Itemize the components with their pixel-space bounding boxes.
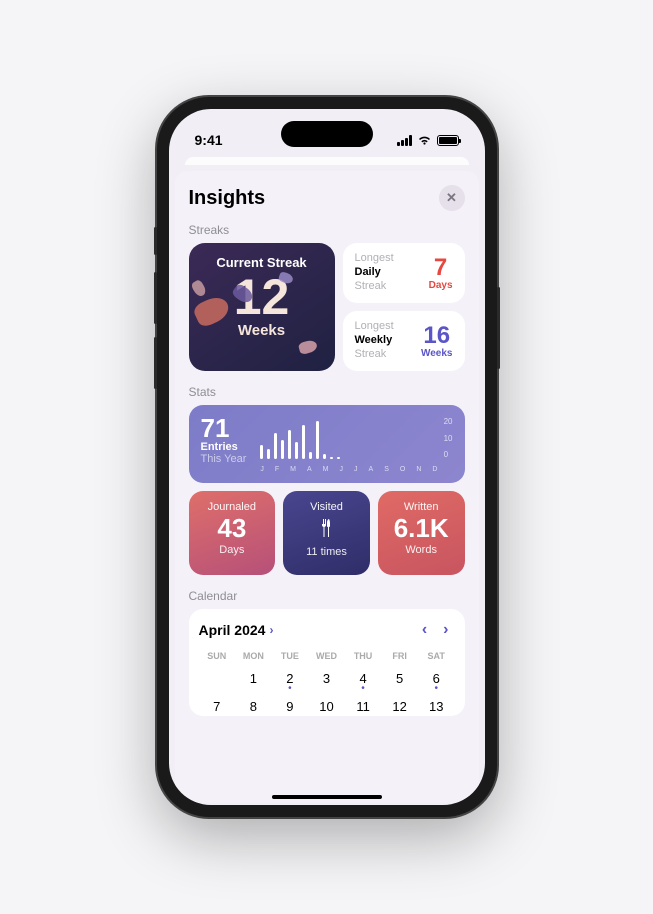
calendar-day[interactable]: 12 <box>381 693 418 716</box>
weekly-l3: Streak <box>355 348 394 362</box>
section-label-calendar: Calendar <box>189 589 465 603</box>
calendar-next-button[interactable]: › <box>443 621 448 639</box>
petal-decoration <box>297 339 317 355</box>
wifi-icon <box>417 135 432 146</box>
entries-bar-chart: JFMAMJJASOND <box>246 415 443 473</box>
chart-bar <box>330 457 333 459</box>
entries-sublabel: This Year <box>201 453 247 465</box>
calendar-day-header: SAT <box>418 647 455 665</box>
cellular-icon <box>397 135 412 146</box>
volume-down-button <box>154 337 157 389</box>
phone-frame: 9:41 Insights ✕ Streaks <box>157 97 497 817</box>
calendar-day[interactable]: 11 <box>345 693 382 716</box>
daily-l3: Streak <box>355 280 394 294</box>
calendar-day[interactable]: 4 <box>345 665 382 693</box>
chevron-right-icon: › <box>269 623 273 637</box>
entries-card[interactable]: 71 Entries This Year JFMAMJJASOND 20 10 … <box>189 405 465 483</box>
page-title: Insights <box>189 187 266 210</box>
calendar-card: April 2024 › ‹ › SUNMONTUEWEDTHUFRISAT 12… <box>189 609 465 716</box>
close-icon: ✕ <box>446 190 457 206</box>
calendar-day-header: MON <box>235 647 272 665</box>
side-button <box>154 227 157 255</box>
longest-weekly-streak-card[interactable]: Longest Weekly Streak 16 Weeks <box>343 311 465 371</box>
chart-bar <box>288 430 291 459</box>
chart-bar <box>274 433 277 459</box>
calendar-day-header: WED <box>308 647 345 665</box>
calendar-day[interactable]: 5 <box>381 665 418 693</box>
visited-card[interactable]: Visited 11 times <box>283 491 370 575</box>
weekly-l1: Longest <box>355 320 394 334</box>
calendar-day[interactable]: 6 <box>418 665 455 693</box>
entries-value: 71 <box>201 415 247 441</box>
calendar-day[interactable]: 2 <box>272 665 309 693</box>
calendar-day-header: THU <box>345 647 382 665</box>
weekly-unit: Weeks <box>421 348 453 359</box>
calendar-grid: SUNMONTUEWEDTHUFRISAT12345678910111213 <box>199 647 455 716</box>
insights-sheet: Insights ✕ Streaks Current Streak 12 Wee… <box>175 171 479 803</box>
current-streak-title: Current Streak <box>201 255 323 270</box>
chart-bar <box>267 449 270 459</box>
home-indicator[interactable] <box>272 795 382 799</box>
calendar-day[interactable]: 3 <box>308 665 345 693</box>
current-streak-unit: Weeks <box>201 322 323 339</box>
calendar-month-picker[interactable]: April 2024 › <box>199 622 422 638</box>
longest-daily-streak-card[interactable]: Longest Daily Streak 7 Days <box>343 243 465 303</box>
calendar-day[interactable]: 10 <box>308 693 345 716</box>
calendar-day-header: FRI <box>381 647 418 665</box>
journaled-card[interactable]: Journaled 43 Days <box>189 491 276 575</box>
calendar-day-header: SUN <box>199 647 236 665</box>
calendar-day[interactable]: 13 <box>418 693 455 716</box>
written-title: Written <box>384 501 459 513</box>
chart-bar <box>281 440 284 459</box>
journaled-title: Journaled <box>195 501 270 513</box>
entries-label: Entries <box>201 441 247 453</box>
written-card[interactable]: Written 6.1K Words <box>378 491 465 575</box>
calendar-prev-button[interactable]: ‹ <box>422 621 427 639</box>
chart-bar <box>302 425 305 459</box>
visited-title: Visited <box>289 501 364 513</box>
chart-bar <box>316 421 319 459</box>
weekly-l2: Weekly <box>355 334 394 348</box>
visited-value: 11 times <box>289 546 364 558</box>
section-label-stats: Stats <box>189 385 465 399</box>
chart-bar <box>260 445 263 459</box>
chart-bar <box>309 452 312 459</box>
journaled-value: 43 <box>195 513 270 544</box>
calendar-day <box>199 665 236 693</box>
close-button[interactable]: ✕ <box>439 185 465 211</box>
chart-bar <box>295 442 298 459</box>
section-label-streaks: Streaks <box>189 223 465 237</box>
calendar-day[interactable]: 8 <box>235 693 272 716</box>
written-unit: Words <box>384 544 459 556</box>
calendar-day[interactable]: 7 <box>199 693 236 716</box>
battery-icon <box>437 135 459 146</box>
daily-l1: Longest <box>355 252 394 266</box>
chart-bar <box>323 454 326 459</box>
background-sheet <box>185 157 469 165</box>
dynamic-island <box>281 121 373 147</box>
chart-bar <box>337 457 340 459</box>
status-time: 9:41 <box>195 132 223 148</box>
calendar-day[interactable]: 9 <box>272 693 309 716</box>
chart-yaxis: 20 10 0 <box>444 415 453 473</box>
current-streak-card[interactable]: Current Streak 12 Weeks <box>189 243 335 371</box>
daily-l2: Daily <box>355 266 394 280</box>
calendar-day-header: TUE <box>272 647 309 665</box>
daily-unit: Days <box>429 280 453 291</box>
written-value: 6.1K <box>384 513 459 544</box>
calendar-day[interactable]: 1 <box>235 665 272 693</box>
power-button <box>497 287 500 369</box>
screen: 9:41 Insights ✕ Streaks <box>169 109 485 805</box>
utensils-icon <box>317 517 337 539</box>
journaled-unit: Days <box>195 544 270 556</box>
calendar-month-label: April 2024 <box>199 622 266 638</box>
weekly-value: 16 <box>421 324 453 348</box>
volume-up-button <box>154 272 157 324</box>
daily-value: 7 <box>429 256 453 280</box>
